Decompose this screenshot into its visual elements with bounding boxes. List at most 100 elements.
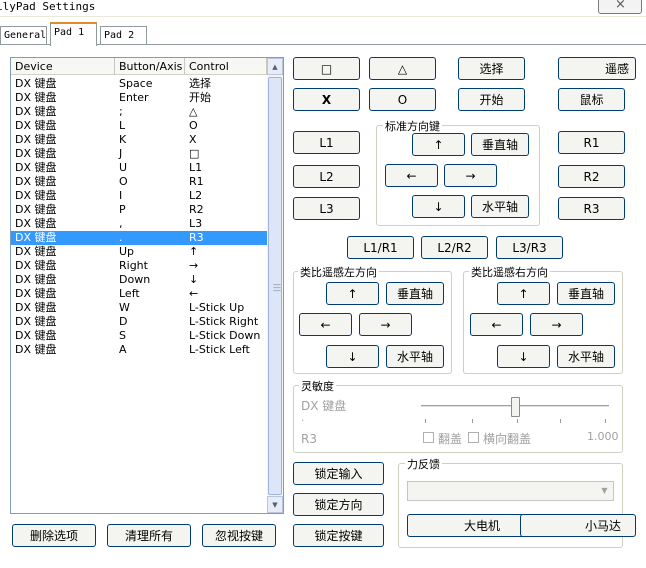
right-stick-horizontal-axis-button[interactable]: 水平轴 xyxy=(557,345,615,368)
clear-all-button[interactable]: 清理所有 xyxy=(107,524,191,547)
lock-input-button[interactable]: 锁定输入 xyxy=(293,462,384,485)
binding-list[interactable]: Device Button/Axis Control DX 键盘 Space 选择 D… xyxy=(10,57,284,514)
row-button: K xyxy=(119,133,127,146)
row-button: J xyxy=(119,147,123,160)
remote-button[interactable]: 遥感 xyxy=(558,57,636,80)
horizontal-flip-checkbox[interactable] xyxy=(468,432,479,443)
left-stick-down-button[interactable]: ↓ xyxy=(326,345,379,368)
dpad-left-button[interactable]: ← xyxy=(385,164,438,187)
r2-button[interactable]: R2 xyxy=(558,165,625,188)
table-row[interactable]: DX 键盘 I L2 xyxy=(11,189,267,203)
square-button[interactable]: □ xyxy=(293,57,360,80)
row-control: ↑ xyxy=(189,245,199,258)
left-stick-horizontal-axis-button[interactable]: 水平轴 xyxy=(386,345,444,368)
row-button: Left xyxy=(119,287,140,300)
l3-button[interactable]: L3 xyxy=(293,197,360,220)
left-stick-up-button[interactable]: ↑ xyxy=(326,282,379,305)
flip-checkbox[interactable] xyxy=(423,432,434,443)
column-device[interactable]: Device xyxy=(11,58,115,75)
delete-selection-button[interactable]: 删除选项 xyxy=(12,524,96,547)
row-button: ; xyxy=(119,105,123,118)
select-button[interactable]: 选择 xyxy=(458,57,525,80)
table-row[interactable]: DX 键盘 Down ↓ xyxy=(11,273,267,287)
small-motor-button[interactable]: 小马达 xyxy=(520,514,636,537)
right-stick-vertical-axis-button[interactable]: 垂直轴 xyxy=(557,282,615,305)
dpad-vertical-axis-button[interactable]: 垂直轴 xyxy=(471,133,529,156)
dpad-up-button[interactable]: ↑ xyxy=(412,133,465,156)
l3-r3-button[interactable]: L3/R3 xyxy=(496,236,563,259)
dpad-right-button[interactable]: → xyxy=(444,164,497,187)
table-row[interactable]: DX 键盘; △ xyxy=(11,105,267,119)
column-button-axis[interactable]: Button/Axis xyxy=(115,58,185,75)
title-bar: ilyPad Settings xyxy=(0,0,646,16)
cross-button[interactable]: X xyxy=(293,88,360,111)
down-triangle-icon[interactable]: ▼ xyxy=(267,496,283,513)
l2-r2-button[interactable]: L2/R2 xyxy=(421,236,488,259)
tab-general[interactable]: General xyxy=(0,26,47,46)
row-device: DX 键盘 xyxy=(15,315,57,328)
close-icon[interactable] xyxy=(598,0,642,14)
row-control: L3 xyxy=(189,217,203,230)
table-row[interactable]: DX 键盘 K X xyxy=(11,133,267,147)
l1-r1-button[interactable]: L1/R1 xyxy=(347,236,414,259)
table-row[interactable]: DX 键盘 L O xyxy=(11,119,267,133)
left-stick-right-button[interactable]: → xyxy=(359,313,412,336)
table-row[interactable]: DX 键盘 O R1 xyxy=(11,175,267,189)
row-control: ← xyxy=(189,287,199,300)
up-triangle-icon[interactable]: ▲ xyxy=(267,58,283,75)
right-stick-down-button[interactable]: ↓ xyxy=(497,345,550,368)
table-row[interactable]: DX 键盘 S L-Stick Down xyxy=(11,329,267,343)
right-stick-left-button[interactable]: ← xyxy=(470,313,523,336)
table-row[interactable]: DX 键盘 Enter 开始 xyxy=(11,91,267,105)
r3-button[interactable]: R3 xyxy=(558,197,625,220)
table-row[interactable]: DX 键盘 P R2 xyxy=(11,203,267,217)
slider-tick xyxy=(425,419,426,423)
table-row[interactable]: DX 键盘 Up ↑ xyxy=(11,245,267,259)
start-button[interactable]: 开始 xyxy=(458,88,525,111)
table-row[interactable]: DX 键盘 U L1 xyxy=(11,161,267,175)
force-feedback-group-label: 力反馈 xyxy=(405,456,442,472)
row-button: Space xyxy=(119,77,153,90)
row-device: DX 键盘 xyxy=(15,119,57,132)
table-row[interactable]: DX 键盘 W L-Stick Up xyxy=(11,301,267,315)
table-row[interactable]: DX 键盘. R3 xyxy=(11,231,267,245)
table-row[interactable]: DX 键盘, L3 xyxy=(11,217,267,231)
lock-keys-button[interactable]: 锁定按键 xyxy=(293,524,384,547)
table-row[interactable]: DX 键盘 D L-Stick Right xyxy=(11,315,267,329)
table-row[interactable]: DX 键盘 Space 选择 xyxy=(11,77,267,91)
circle-button[interactable]: O xyxy=(369,88,436,111)
triangle-button[interactable]: △ xyxy=(369,57,436,80)
r1-button[interactable]: R1 xyxy=(558,131,625,154)
sensitivity-slider-thumb[interactable] xyxy=(511,397,520,417)
lock-direction-button[interactable]: 锁定方向 xyxy=(293,493,384,516)
left-stick-vertical-axis-button[interactable]: 垂直轴 xyxy=(386,282,444,305)
l2-button[interactable]: L2 xyxy=(293,165,360,188)
dpad-down-button[interactable]: ↓ xyxy=(412,195,465,218)
table-row[interactable]: DX 键盘 J □ xyxy=(11,147,267,161)
right-stick-right-button[interactable]: → xyxy=(530,313,583,336)
table-row[interactable]: DX 键盘 A L-Stick Left xyxy=(11,343,267,357)
column-control[interactable]: Control xyxy=(185,58,267,75)
row-button: U xyxy=(119,161,128,174)
l1-button[interactable]: L1 xyxy=(293,131,360,154)
list-scrollbar[interactable]: ▲ — — — ▼ xyxy=(267,58,283,513)
table-row[interactable]: DX 键盘 Right → xyxy=(11,259,267,273)
left-stick-left-button[interactable]: ← xyxy=(299,313,352,336)
mouse-button[interactable]: 鼠标 xyxy=(558,88,625,111)
left-stick-group-label: 类比遥感左方向 xyxy=(298,264,379,280)
row-device: DX 键盘 xyxy=(15,329,57,342)
right-stick-up-button[interactable]: ↑ xyxy=(497,282,550,305)
row-control: L-Stick Right xyxy=(189,315,259,328)
tab-pad-2[interactable]: Pad 2 xyxy=(100,26,147,46)
force-feedback-select[interactable]: ▼ xyxy=(407,481,614,501)
chevron-down-icon[interactable]: ▼ xyxy=(597,483,612,499)
scroll-thumb[interactable]: — — — xyxy=(268,77,282,495)
tab-pad-1[interactable]: Pad 1 xyxy=(50,22,97,46)
row-device: DX 键盘 xyxy=(15,161,57,174)
table-row[interactable]: DX 键盘 Left ← xyxy=(11,287,267,301)
right-stick-group-label: 类比遥感右方向 xyxy=(469,264,550,280)
row-button: O xyxy=(119,175,128,188)
ignore-keys-button[interactable]: 忽视按键 xyxy=(202,524,276,547)
dpad-horizontal-axis-button[interactable]: 水平轴 xyxy=(471,195,529,218)
row-button: Up xyxy=(119,245,135,258)
